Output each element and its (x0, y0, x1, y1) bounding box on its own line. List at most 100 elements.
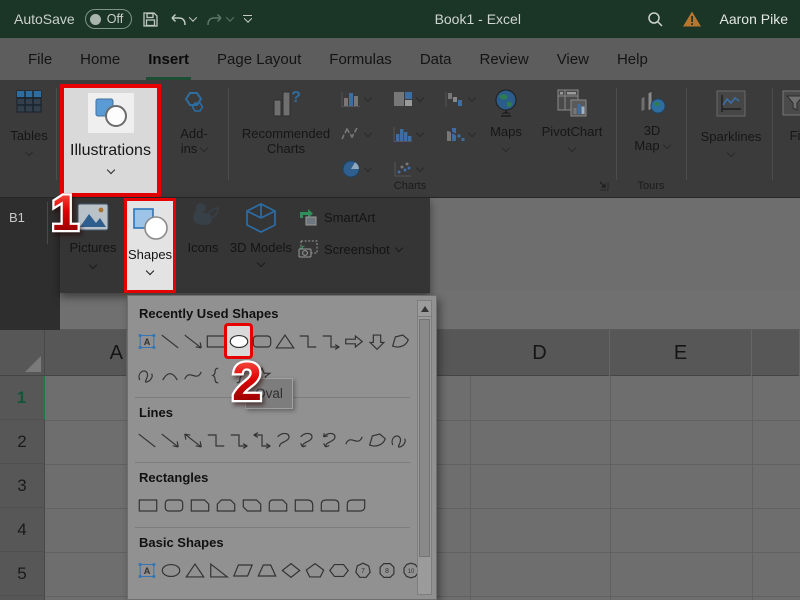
column-header[interactable] (752, 330, 800, 376)
shape-oval[interactable] (159, 555, 183, 585)
shape-text-box[interactable]: A (135, 326, 158, 356)
insert-line-chart-button[interactable] (340, 125, 371, 143)
shape-elbow-arrow[interactable] (227, 425, 250, 455)
menu-item-smartart[interactable]: SmartArt (298, 208, 375, 226)
scrollbar-up-button[interactable] (418, 301, 431, 317)
row-header-3[interactable]: 3 (0, 464, 45, 508)
shape-round2same[interactable] (317, 490, 343, 520)
charts-dialog-launcher-icon[interactable] (598, 180, 610, 192)
shape-triangle[interactable] (183, 555, 207, 585)
flyout-scrollbar[interactable] (417, 300, 432, 595)
tab-data[interactable]: Data (406, 38, 466, 80)
insert-hierarchy-chart-button[interactable] (392, 90, 423, 108)
redo-button[interactable] (206, 11, 233, 27)
shape-curve[interactable] (181, 360, 204, 390)
filters-button-partial[interactable]: Fi (780, 90, 800, 143)
shape-elbow[interactable] (204, 425, 227, 455)
shape-curved-double[interactable] (319, 425, 342, 455)
shape-heptagon[interactable]: 7 (351, 555, 375, 585)
scrollbar-thumb[interactable] (419, 319, 430, 557)
tab-home[interactable]: Home (66, 38, 134, 80)
shape-arc[interactable] (158, 360, 181, 390)
shape-right-arrow-block[interactable] (342, 326, 365, 356)
select-all-button[interactable] (0, 330, 45, 376)
shape-right-triangle[interactable] (207, 555, 231, 585)
insert-statistic-chart-button[interactable] (392, 125, 423, 143)
shape-text-box[interactable]: A (135, 555, 159, 585)
row-header-5[interactable]: 5 (0, 552, 45, 596)
warning-icon[interactable] (682, 10, 702, 28)
insert-waterfall-chart-button[interactable] (444, 90, 475, 108)
tab-insert[interactable]: Insert (134, 38, 203, 80)
save-button[interactable] (142, 11, 159, 28)
row-header-6[interactable]: 6 (0, 596, 45, 600)
column-header-E[interactable]: E (610, 330, 752, 376)
menu-item-shapes[interactable]: Shapes (124, 198, 176, 293)
pivotchart-button[interactable]: PivotChart (533, 88, 611, 151)
user-name[interactable]: Aaron Pike (720, 11, 788, 27)
menu-item-icons[interactable]: Icons (180, 202, 226, 255)
shape-round1[interactable] (291, 490, 317, 520)
shape-curved-connector[interactable] (273, 425, 296, 455)
shape-elbow[interactable] (296, 326, 319, 356)
shape-trapezoid[interactable] (255, 555, 279, 585)
shape-snip2same[interactable] (213, 490, 239, 520)
tab-review[interactable]: Review (466, 38, 543, 80)
shape-pentagon[interactable] (303, 555, 327, 585)
sparklines-button[interactable]: Sparklines (694, 90, 768, 156)
tab-formulas[interactable]: Formulas (315, 38, 406, 80)
undo-button[interactable] (169, 11, 196, 27)
shape-rect-rounded[interactable] (161, 490, 187, 520)
shape-snipround1[interactable] (265, 490, 291, 520)
recommended-charts-button[interactable]: ? Recommended Charts (238, 88, 334, 156)
insert-column-chart-button[interactable] (340, 90, 371, 108)
shape-freeform[interactable] (388, 326, 411, 356)
tab-help[interactable]: Help (603, 38, 662, 80)
shape-rect[interactable] (135, 490, 161, 520)
shape-line[interactable] (135, 425, 158, 455)
column-header-D[interactable]: D (470, 330, 610, 376)
illustrations-button[interactable]: Illustrations (60, 84, 161, 197)
undo-chevron-icon[interactable] (189, 13, 197, 21)
shape-elbow-double[interactable] (250, 425, 273, 455)
shape-elbow-arrow[interactable] (319, 326, 342, 356)
tab-view[interactable]: View (543, 38, 603, 80)
shape-octagon[interactable]: 8 (375, 555, 399, 585)
3d-map-button[interactable]: 3D Map (624, 88, 680, 153)
shape-scribble[interactable] (388, 425, 411, 455)
maps-button[interactable]: Maps (483, 88, 529, 151)
shape-curve[interactable] (342, 425, 365, 455)
insert-pie-chart-button[interactable] (340, 160, 371, 178)
tab-file[interactable]: File (14, 38, 66, 80)
shape-freeform[interactable] (365, 425, 388, 455)
shape-parallelogram[interactable] (231, 555, 255, 585)
shape-line[interactable] (158, 326, 181, 356)
tables-button[interactable]: Tables (6, 90, 52, 155)
menu-item-screenshot[interactable]: Screenshot (298, 240, 402, 258)
shape-line-arrow[interactable] (181, 326, 204, 356)
shape-snip1[interactable] (187, 490, 213, 520)
menu-item-3d-models[interactable]: 3D Models (228, 202, 294, 266)
column-header-A[interactable]: A (45, 330, 127, 376)
shape-line-arrow[interactable] (158, 425, 181, 455)
row-header-4[interactable]: 4 (0, 508, 45, 552)
shape-hexagon[interactable] (327, 555, 351, 585)
customize-quick-access-button[interactable] (243, 15, 252, 24)
autosave-toggle[interactable]: Off (85, 9, 132, 29)
shape-triangle[interactable] (273, 326, 296, 356)
shape-line-arrow-double[interactable] (181, 425, 204, 455)
shape-down-arrow-block[interactable] (365, 326, 388, 356)
insert-combo-chart-button[interactable] (444, 125, 475, 143)
row-header-1[interactable]: 1 (0, 376, 45, 420)
search-icon[interactable] (646, 10, 664, 28)
tab-page-layout[interactable]: Page Layout (203, 38, 315, 80)
shape-diamond[interactable] (279, 555, 303, 585)
insert-scatter-chart-button[interactable] (392, 160, 423, 178)
shape-round2diag[interactable] (343, 490, 369, 520)
name-box[interactable]: B1 (9, 210, 25, 225)
add-ins-button[interactable]: Add- ins (168, 90, 220, 156)
shape-scribble[interactable] (135, 360, 158, 390)
row-header-2[interactable]: 2 (0, 420, 45, 464)
shape-curved-arrow[interactable] (296, 425, 319, 455)
shape-snip2diag[interactable] (239, 490, 265, 520)
